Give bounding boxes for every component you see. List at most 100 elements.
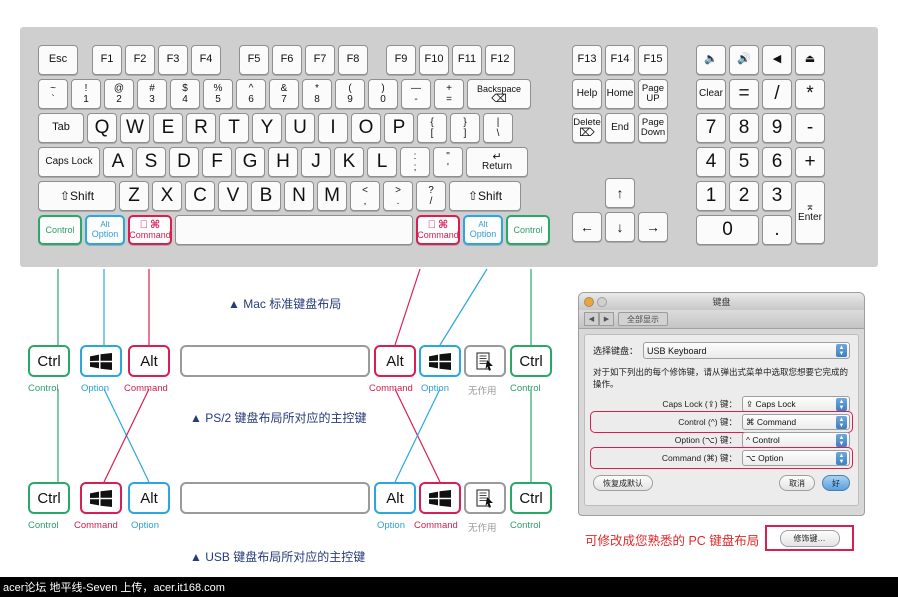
key-f15[interactable]: F15 xyxy=(638,45,668,75)
key-end[interactable]: End xyxy=(605,113,635,143)
key-keypad-decimal[interactable]: . xyxy=(762,215,792,245)
key-8[interactable]: *8 xyxy=(302,79,332,109)
key-f7[interactable]: F7 xyxy=(305,45,335,75)
key-f6[interactable]: F6 xyxy=(272,45,302,75)
chevron-updown-icon[interactable]: ▲▼ xyxy=(836,398,847,411)
key-f[interactable]: F xyxy=(202,147,232,177)
key-s[interactable]: S xyxy=(136,147,166,177)
mac-key-option-left[interactable]: Alt Option xyxy=(85,215,125,245)
key-h[interactable]: H xyxy=(268,147,298,177)
key-tab[interactable]: Tab xyxy=(38,113,84,143)
key-o[interactable]: O xyxy=(351,113,381,143)
key-p[interactable]: P xyxy=(384,113,414,143)
usb-key-win-right[interactable] xyxy=(419,482,461,514)
chevron-updown-icon[interactable]: ▲▼ xyxy=(836,416,847,429)
window-controls[interactable] xyxy=(584,297,607,307)
key-0[interactable]: )0 xyxy=(368,79,398,109)
key-j[interactable]: J xyxy=(301,147,331,177)
key-page-up[interactable]: PageUP xyxy=(638,79,668,109)
key-keypad-7[interactable]: 7 xyxy=(696,113,726,143)
restore-defaults-button[interactable]: 恢复成默认 xyxy=(593,475,653,491)
key-backquote[interactable]: ~` xyxy=(38,79,68,109)
key-caps-lock[interactable]: Caps Lock xyxy=(38,147,100,177)
key-f9[interactable]: F9 xyxy=(386,45,416,75)
key-2[interactable]: @2 xyxy=(104,79,134,109)
ps2-key-alt-left[interactable]: Alt xyxy=(128,345,170,377)
key-shift-right[interactable]: ⇧Shift xyxy=(449,181,521,211)
key-g[interactable]: G xyxy=(235,147,265,177)
key-keypad-enter[interactable]: ⌅ Enter xyxy=(795,181,825,244)
usb-key-space[interactable] xyxy=(180,482,370,514)
keyboard-select-dropdown[interactable]: USB Keyboard ▲▼ xyxy=(643,342,850,359)
ps2-key-win-right[interactable] xyxy=(419,345,461,377)
key-arrow-right[interactable]: → xyxy=(638,212,668,242)
key-3[interactable]: #3 xyxy=(137,79,167,109)
key-keypad-equal[interactable]: = xyxy=(729,79,759,109)
volume-up-icon[interactable]: 🔊 xyxy=(729,45,759,75)
key-m[interactable]: M xyxy=(317,181,347,211)
mac-key-space[interactable] xyxy=(175,215,413,245)
key-arrow-up[interactable]: ↑ xyxy=(605,178,635,208)
ok-button[interactable]: 好 xyxy=(822,475,850,491)
key-slash[interactable]: ?/ xyxy=(416,181,446,211)
key-arrow-down[interactable]: ↓ xyxy=(605,212,635,242)
key-f3[interactable]: F3 xyxy=(158,45,188,75)
chevron-updown-icon[interactable]: ▲▼ xyxy=(836,344,847,357)
key-comma[interactable]: <, xyxy=(350,181,380,211)
key-shift-left[interactable]: ⇧Shift xyxy=(38,181,116,211)
ps2-key-ctrl-left[interactable]: Ctrl xyxy=(28,345,70,377)
key-help[interactable]: Help xyxy=(572,79,602,109)
key-d[interactable]: D xyxy=(169,147,199,177)
key-bracket-right[interactable]: }] xyxy=(450,113,480,143)
key-keypad-2[interactable]: 2 xyxy=(729,181,759,211)
minimize-icon[interactable] xyxy=(597,297,607,307)
nav-buttons[interactable]: ◀ ▶ xyxy=(584,312,614,326)
key-z[interactable]: Z xyxy=(119,181,149,211)
key-delete[interactable]: Delete⌦ xyxy=(572,113,602,143)
key-period[interactable]: >. xyxy=(383,181,413,211)
key-e[interactable]: E xyxy=(153,113,183,143)
key-f2[interactable]: F2 xyxy=(125,45,155,75)
usb-key-win-left[interactable] xyxy=(80,482,122,514)
key-keypad-8[interactable]: 8 xyxy=(729,113,759,143)
modifier-dropdown-capslock[interactable]: ⇪ Caps Lock ▲▼ xyxy=(742,396,850,412)
chevron-updown-icon[interactable]: ▲▼ xyxy=(836,452,847,465)
cancel-button[interactable]: 取消 xyxy=(779,475,815,491)
key-keypad-multiply[interactable]: * xyxy=(795,79,825,109)
modifier-dropdown-control[interactable]: ⌘ Command ▲▼ xyxy=(742,414,850,430)
close-icon[interactable] xyxy=(584,297,594,307)
ps2-key-win-left[interactable] xyxy=(80,345,122,377)
key-f14[interactable]: F14 xyxy=(605,45,635,75)
key-keypad-9[interactable]: 9 xyxy=(762,113,792,143)
ps2-key-menu[interactable] xyxy=(464,345,506,377)
ps2-key-ctrl-right[interactable]: Ctrl xyxy=(510,345,552,377)
key-f5[interactable]: F5 xyxy=(239,45,269,75)
modifier-dropdown-command[interactable]: ⌥ Option ▲▼ xyxy=(742,450,850,466)
key-y[interactable]: Y xyxy=(252,113,282,143)
mute-icon[interactable]: ◀ xyxy=(762,45,792,75)
key-keypad-1[interactable]: 1 xyxy=(696,181,726,211)
key-keypad-3[interactable]: 3 xyxy=(762,181,792,211)
key-5[interactable]: %5 xyxy=(203,79,233,109)
key-q[interactable]: Q xyxy=(87,113,117,143)
volume-down-icon[interactable]: 🔈 xyxy=(696,45,726,75)
key-f11[interactable]: F11 xyxy=(452,45,482,75)
usb-key-alt-left[interactable]: Alt xyxy=(128,482,170,514)
modifier-keys-button[interactable]: 修饰键… xyxy=(780,530,840,547)
key-l[interactable]: L xyxy=(367,147,397,177)
mac-key-option-right[interactable]: Alt Option xyxy=(463,215,503,245)
key-k[interactable]: K xyxy=(334,147,364,177)
key-semicolon[interactable]: :; xyxy=(400,147,430,177)
key-keypad-5[interactable]: 5 xyxy=(729,147,759,177)
key-backslash[interactable]: |\ xyxy=(483,113,513,143)
key-f8[interactable]: F8 xyxy=(338,45,368,75)
key-6[interactable]: ^6 xyxy=(236,79,266,109)
forward-icon[interactable]: ▶ xyxy=(599,312,614,326)
key-keypad-minus[interactable]: - xyxy=(795,113,825,143)
usb-key-ctrl-left[interactable]: Ctrl xyxy=(28,482,70,514)
ps2-key-space[interactable] xyxy=(180,345,370,377)
key-arrow-left[interactable]: ← xyxy=(572,212,602,242)
key-r[interactable]: R xyxy=(186,113,216,143)
key-keypad-divide[interactable]: / xyxy=(762,79,792,109)
key-9[interactable]: (9 xyxy=(335,79,365,109)
